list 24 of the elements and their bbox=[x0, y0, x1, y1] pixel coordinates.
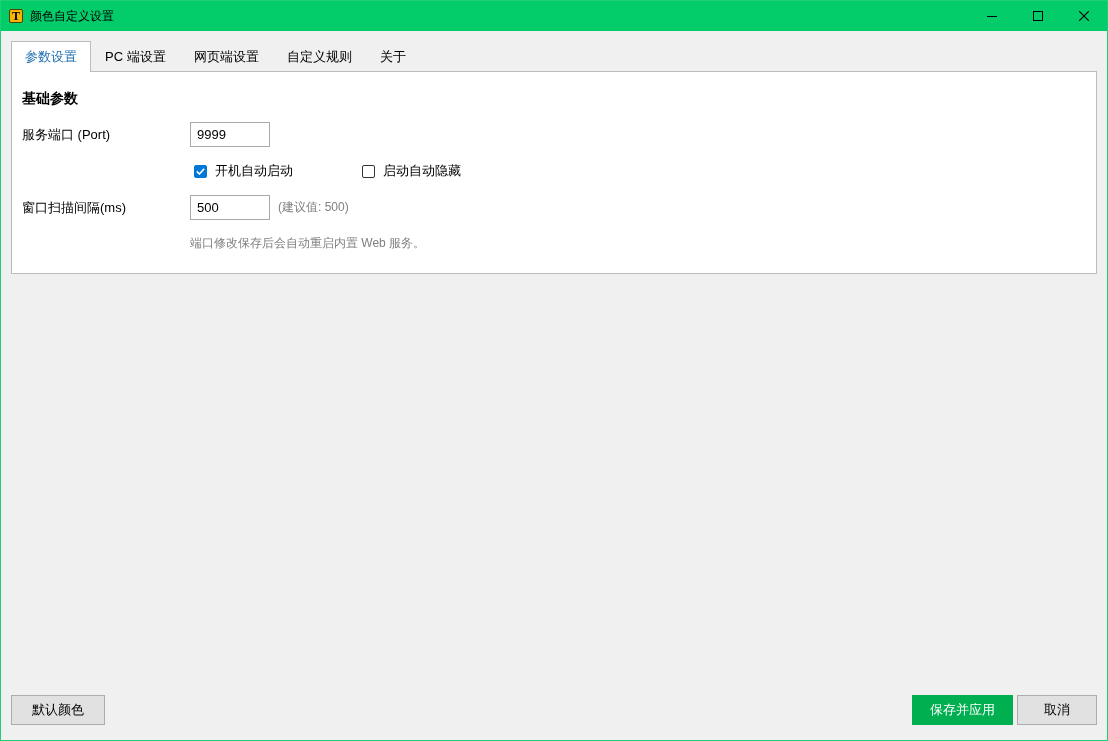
checkbox[interactable] bbox=[194, 164, 207, 178]
maximize-icon bbox=[1033, 11, 1043, 21]
app-icon: T bbox=[9, 9, 23, 23]
note-text: 端口修改保存后会自动重启内置 Web 服务。 bbox=[190, 235, 426, 252]
checkbox-label[interactable]: 开机自动启动 bbox=[215, 162, 293, 180]
tab[interactable]: 网页端设置 bbox=[179, 41, 273, 71]
cancel-button[interactable]: 取消 bbox=[1017, 695, 1097, 725]
checkbox[interactable] bbox=[362, 164, 375, 178]
minimize-icon bbox=[987, 15, 997, 17]
close-icon bbox=[1079, 11, 1089, 21]
field-label: 服务端口 (Port) bbox=[22, 125, 112, 144]
input-field[interactable]: 500 bbox=[190, 195, 270, 220]
section-heading: 基础参数 bbox=[22, 89, 79, 108]
tab[interactable]: 参数设置 bbox=[11, 41, 91, 72]
tab[interactable]: PC 端设置 bbox=[91, 41, 180, 71]
hint-text: (建议值: 500) bbox=[278, 199, 349, 216]
field-label: 窗口扫描间隔(ms) bbox=[22, 198, 127, 217]
tab[interactable]: 自定义规则 bbox=[272, 41, 366, 71]
checkbox-label[interactable]: 启动自动隐藏 bbox=[383, 162, 461, 180]
default-color-button[interactable]: 默认颜色 bbox=[11, 695, 105, 725]
input-field[interactable]: 9999 bbox=[190, 122, 270, 147]
check-icon bbox=[196, 167, 205, 175]
window-title: 颜色自定义设置 bbox=[30, 8, 114, 24]
tab[interactable]: 关于 bbox=[365, 41, 420, 71]
